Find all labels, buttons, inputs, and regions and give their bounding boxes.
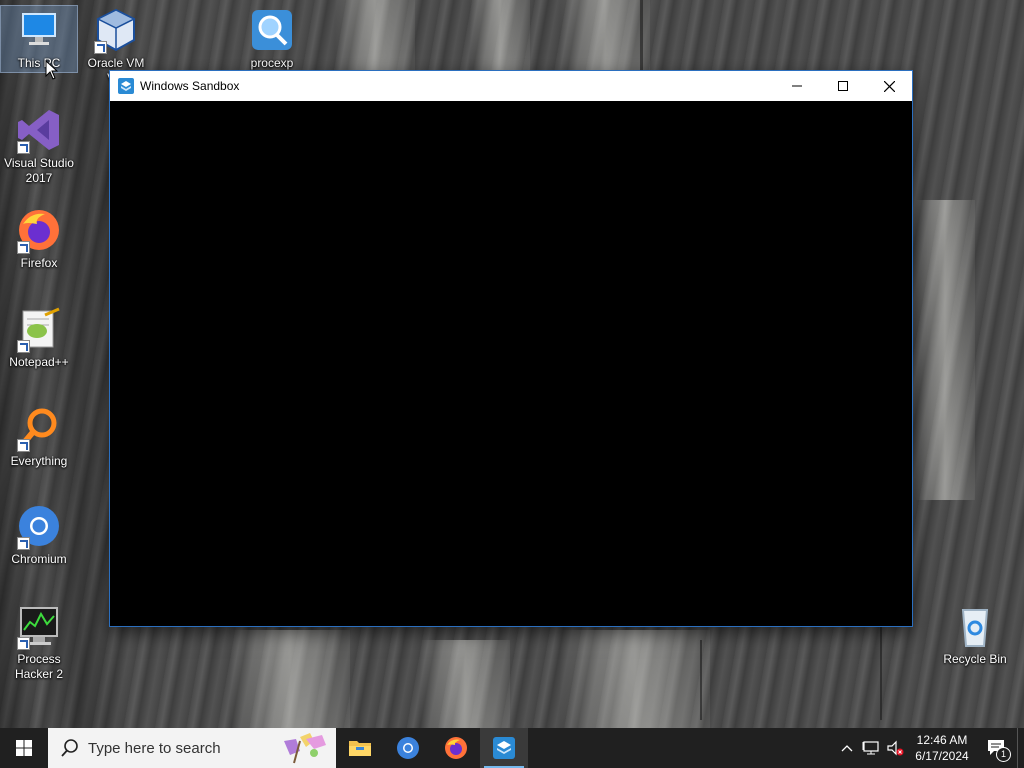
desktop-icon-label: procexp bbox=[250, 56, 294, 70]
sandbox-window[interactable]: Windows Sandbox bbox=[110, 71, 912, 626]
desktop-icon-firefox[interactable]: Firefox bbox=[1, 206, 77, 272]
taskbar-file-explorer[interactable] bbox=[336, 728, 384, 768]
shortcut-arrow-icon bbox=[17, 241, 30, 254]
maximize-icon bbox=[838, 81, 848, 91]
chromium-icon bbox=[397, 737, 419, 759]
desktop-icon-label: Visual Studio 2017 bbox=[4, 156, 74, 185]
firefox-icon bbox=[445, 737, 467, 759]
shortcut-arrow-icon bbox=[94, 41, 107, 54]
taskbar-chromium[interactable] bbox=[384, 728, 432, 768]
maximize-button[interactable] bbox=[820, 71, 866, 101]
notification-count-badge: 1 bbox=[996, 747, 1011, 762]
close-icon bbox=[883, 80, 895, 92]
show-desktop-button[interactable] bbox=[1017, 728, 1024, 768]
shortcut-arrow-icon bbox=[17, 439, 30, 452]
network-icon bbox=[862, 741, 879, 755]
desktop-icon-recycle-bin[interactable]: Recycle Bin bbox=[937, 602, 1013, 668]
clock-date: 6/17/2024 bbox=[915, 749, 969, 763]
everything-search-icon bbox=[15, 404, 63, 452]
desktop-icon-process-hacker[interactable]: Process Hacker 2 bbox=[1, 602, 77, 684]
close-button[interactable] bbox=[866, 71, 912, 101]
taskbar: Type here to search 12:46 AM 6/17/2024 1 bbox=[0, 728, 1024, 768]
sandbox-client-area[interactable] bbox=[110, 101, 912, 626]
mouse-cursor-icon bbox=[45, 60, 59, 80]
search-placeholder: Type here to search bbox=[88, 739, 221, 757]
start-button[interactable] bbox=[0, 728, 48, 768]
file-explorer-icon bbox=[349, 741, 371, 756]
visual-studio-icon bbox=[15, 106, 63, 154]
desktop-icon-notepadpp[interactable]: Notepad++ bbox=[1, 305, 77, 371]
system-tray: 12:46 AM 6/17/2024 1 bbox=[835, 728, 1024, 768]
clock-time: 12:46 AM bbox=[916, 733, 968, 747]
shortcut-arrow-icon bbox=[17, 340, 30, 353]
taskbar-firefox[interactable] bbox=[432, 728, 480, 768]
desktop-icon-label: Everything bbox=[10, 454, 68, 468]
chevron-up-icon bbox=[841, 745, 853, 752]
taskbar-search-box[interactable]: Type here to search bbox=[48, 728, 336, 768]
taskbar-clock[interactable]: 12:46 AM 6/17/2024 bbox=[907, 732, 977, 764]
recycle-bin-icon bbox=[951, 602, 999, 650]
search-highlight-illustration-icon bbox=[284, 733, 326, 764]
action-center-button[interactable]: 1 bbox=[977, 728, 1017, 768]
search-icon bbox=[61, 739, 78, 757]
volume-tray-button[interactable] bbox=[883, 728, 907, 768]
volume-muted-icon bbox=[887, 740, 904, 756]
shortcut-arrow-icon bbox=[17, 537, 30, 550]
network-tray-button[interactable] bbox=[859, 728, 883, 768]
desktop-icon-this-pc[interactable]: This PC bbox=[0, 5, 78, 73]
windows-sandbox-icon bbox=[118, 78, 134, 94]
desktop-icon-everything[interactable]: Everything bbox=[1, 404, 77, 470]
chromium-icon bbox=[15, 502, 63, 550]
desktop-icon-label: Notepad++ bbox=[9, 355, 69, 369]
desktop-icon-procexp[interactable]: procexp bbox=[234, 6, 310, 72]
window-titlebar[interactable]: Windows Sandbox bbox=[110, 71, 912, 101]
windows-sandbox-icon bbox=[493, 737, 515, 759]
windows-logo-icon bbox=[16, 740, 32, 756]
minimize-icon bbox=[792, 85, 802, 87]
virtualbox-icon bbox=[92, 6, 140, 54]
desktop-icon-label: Chromium bbox=[11, 552, 67, 566]
desktop-icon-label: Process Hacker 2 bbox=[14, 652, 64, 681]
shortcut-arrow-icon bbox=[17, 637, 30, 650]
taskbar-windows-sandbox[interactable] bbox=[480, 728, 528, 768]
firefox-icon bbox=[15, 206, 63, 254]
notepadpp-icon bbox=[15, 305, 63, 353]
desktop-icon-label: This PC bbox=[17, 56, 61, 70]
shortcut-arrow-icon bbox=[17, 141, 30, 154]
monitor-icon bbox=[15, 6, 63, 54]
desktop-icon-label: Firefox bbox=[20, 256, 58, 270]
magnifier-icon bbox=[248, 6, 296, 54]
desktop-icon-visual-studio[interactable]: Visual Studio 2017 bbox=[1, 106, 77, 188]
minimize-button[interactable] bbox=[774, 71, 820, 101]
desktop-icon-chromium[interactable]: Chromium bbox=[1, 502, 77, 568]
window-title: Windows Sandbox bbox=[140, 79, 240, 93]
show-hidden-icons-button[interactable] bbox=[835, 728, 859, 768]
process-hacker-icon bbox=[15, 602, 63, 650]
desktop-icon-label: Recycle Bin bbox=[943, 652, 1007, 666]
